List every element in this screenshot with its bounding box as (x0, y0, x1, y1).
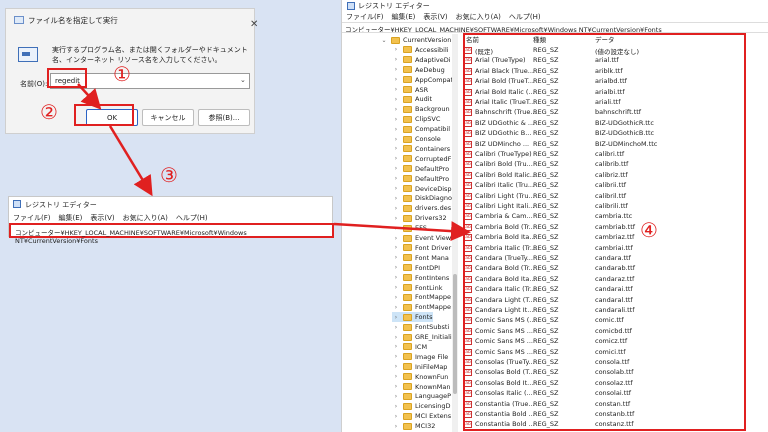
arrow-1-to-2 (77, 83, 102, 110)
arrow-3-to-4 (333, 221, 471, 242)
annotation-arrows (77, 83, 471, 242)
arrow-2-to-3 (108, 125, 153, 197)
